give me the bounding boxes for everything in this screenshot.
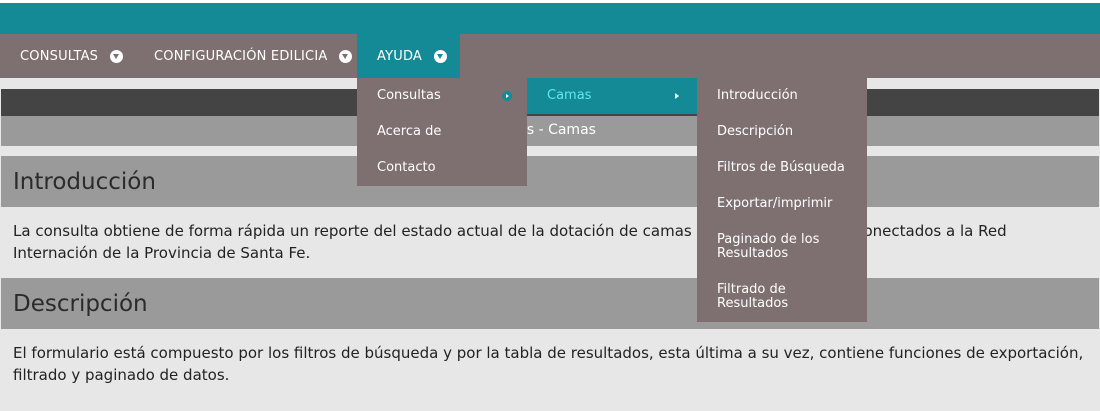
section-title-introduccion: Introducción — [1, 156, 1099, 207]
menu-item-label: Paginado de los Resultados — [717, 232, 820, 261]
menu-item-paginado[interactable]: Paginado de los Resultados — [697, 233, 867, 261]
chevron-down-icon — [110, 49, 124, 63]
menu-item-label: Contacto — [377, 160, 436, 175]
menu-item-descripcion[interactable]: Descripción — [697, 125, 867, 139]
nav-ayuda-label: AYUDA — [377, 48, 423, 64]
menu-item-filtros-busqueda[interactable]: Filtros de Búsqueda — [697, 161, 867, 175]
menu-item-contacto[interactable]: Contacto — [357, 160, 527, 176]
section-body-descripcion: El formulario está compuesto por los fil… — [1, 342, 1099, 411]
section-title-descripcion: Descripción — [1, 278, 1099, 329]
menu-item-introduccion[interactable]: Introducción — [697, 89, 867, 103]
nav-configuracion-label: CONFIGURACIÓN EDILICIA — [154, 48, 328, 64]
menu-item-camas[interactable]: Camas — [527, 88, 697, 104]
chevron-down-icon — [339, 49, 353, 63]
nav-consultas-label: CONSULTAS — [20, 48, 99, 64]
submenu-arrow-icon — [502, 91, 512, 101]
caret-right-icon — [675, 93, 679, 99]
nav-ayuda[interactable]: AYUDA — [357, 34, 460, 78]
menu-item-exportar-imprimir[interactable]: Exportar/imprimir — [697, 197, 867, 211]
section-text: El formulario está compuesto por los fil… — [13, 344, 1084, 384]
section-title: Introducción — [13, 168, 156, 195]
menu-item-label: Introducción — [717, 88, 798, 103]
menu-item-consultas[interactable]: Consultas — [357, 88, 527, 104]
top-header-bar — [0, 0, 1100, 34]
camas-submenu: Introducción Descripción Filtros de Búsq… — [697, 78, 867, 322]
nav-configuracion-edilicia[interactable]: CONFIGURACIÓN EDILICIA — [154, 34, 353, 78]
breadcrumb-bar: ultas - Camas — [1, 116, 1099, 146]
menu-item-label: Exportar/imprimir — [717, 196, 833, 211]
menu-item-label: Descripción — [717, 124, 794, 139]
menu-item-label: Filtros de Búsqueda — [717, 160, 845, 175]
nav-consultas[interactable]: CONSULTAS — [20, 34, 124, 78]
menu-item-acerca-de[interactable]: Acerca de — [357, 124, 527, 140]
main-navbar: CONSULTAS CONFIGURACIÓN EDILICIA AYUDA — [0, 34, 1100, 78]
menu-item-label: Consultas — [377, 88, 441, 103]
menu-item-label: Filtrado de Resultados — [717, 282, 789, 311]
menu-item-label: Camas — [547, 88, 592, 103]
menu-item-filtrado[interactable]: Filtrado de Resultados — [697, 283, 867, 311]
ayuda-dropdown-menu: Consultas Acerca de Contacto — [357, 78, 527, 186]
menu-item-label: Acerca de — [377, 124, 442, 139]
consultas-submenu: Camas — [527, 78, 697, 114]
chevron-down-icon — [434, 49, 448, 63]
section-title: Descripción — [13, 290, 148, 317]
section-body-introduccion: La consulta obtiene de forma rápida un r… — [1, 220, 1099, 278]
